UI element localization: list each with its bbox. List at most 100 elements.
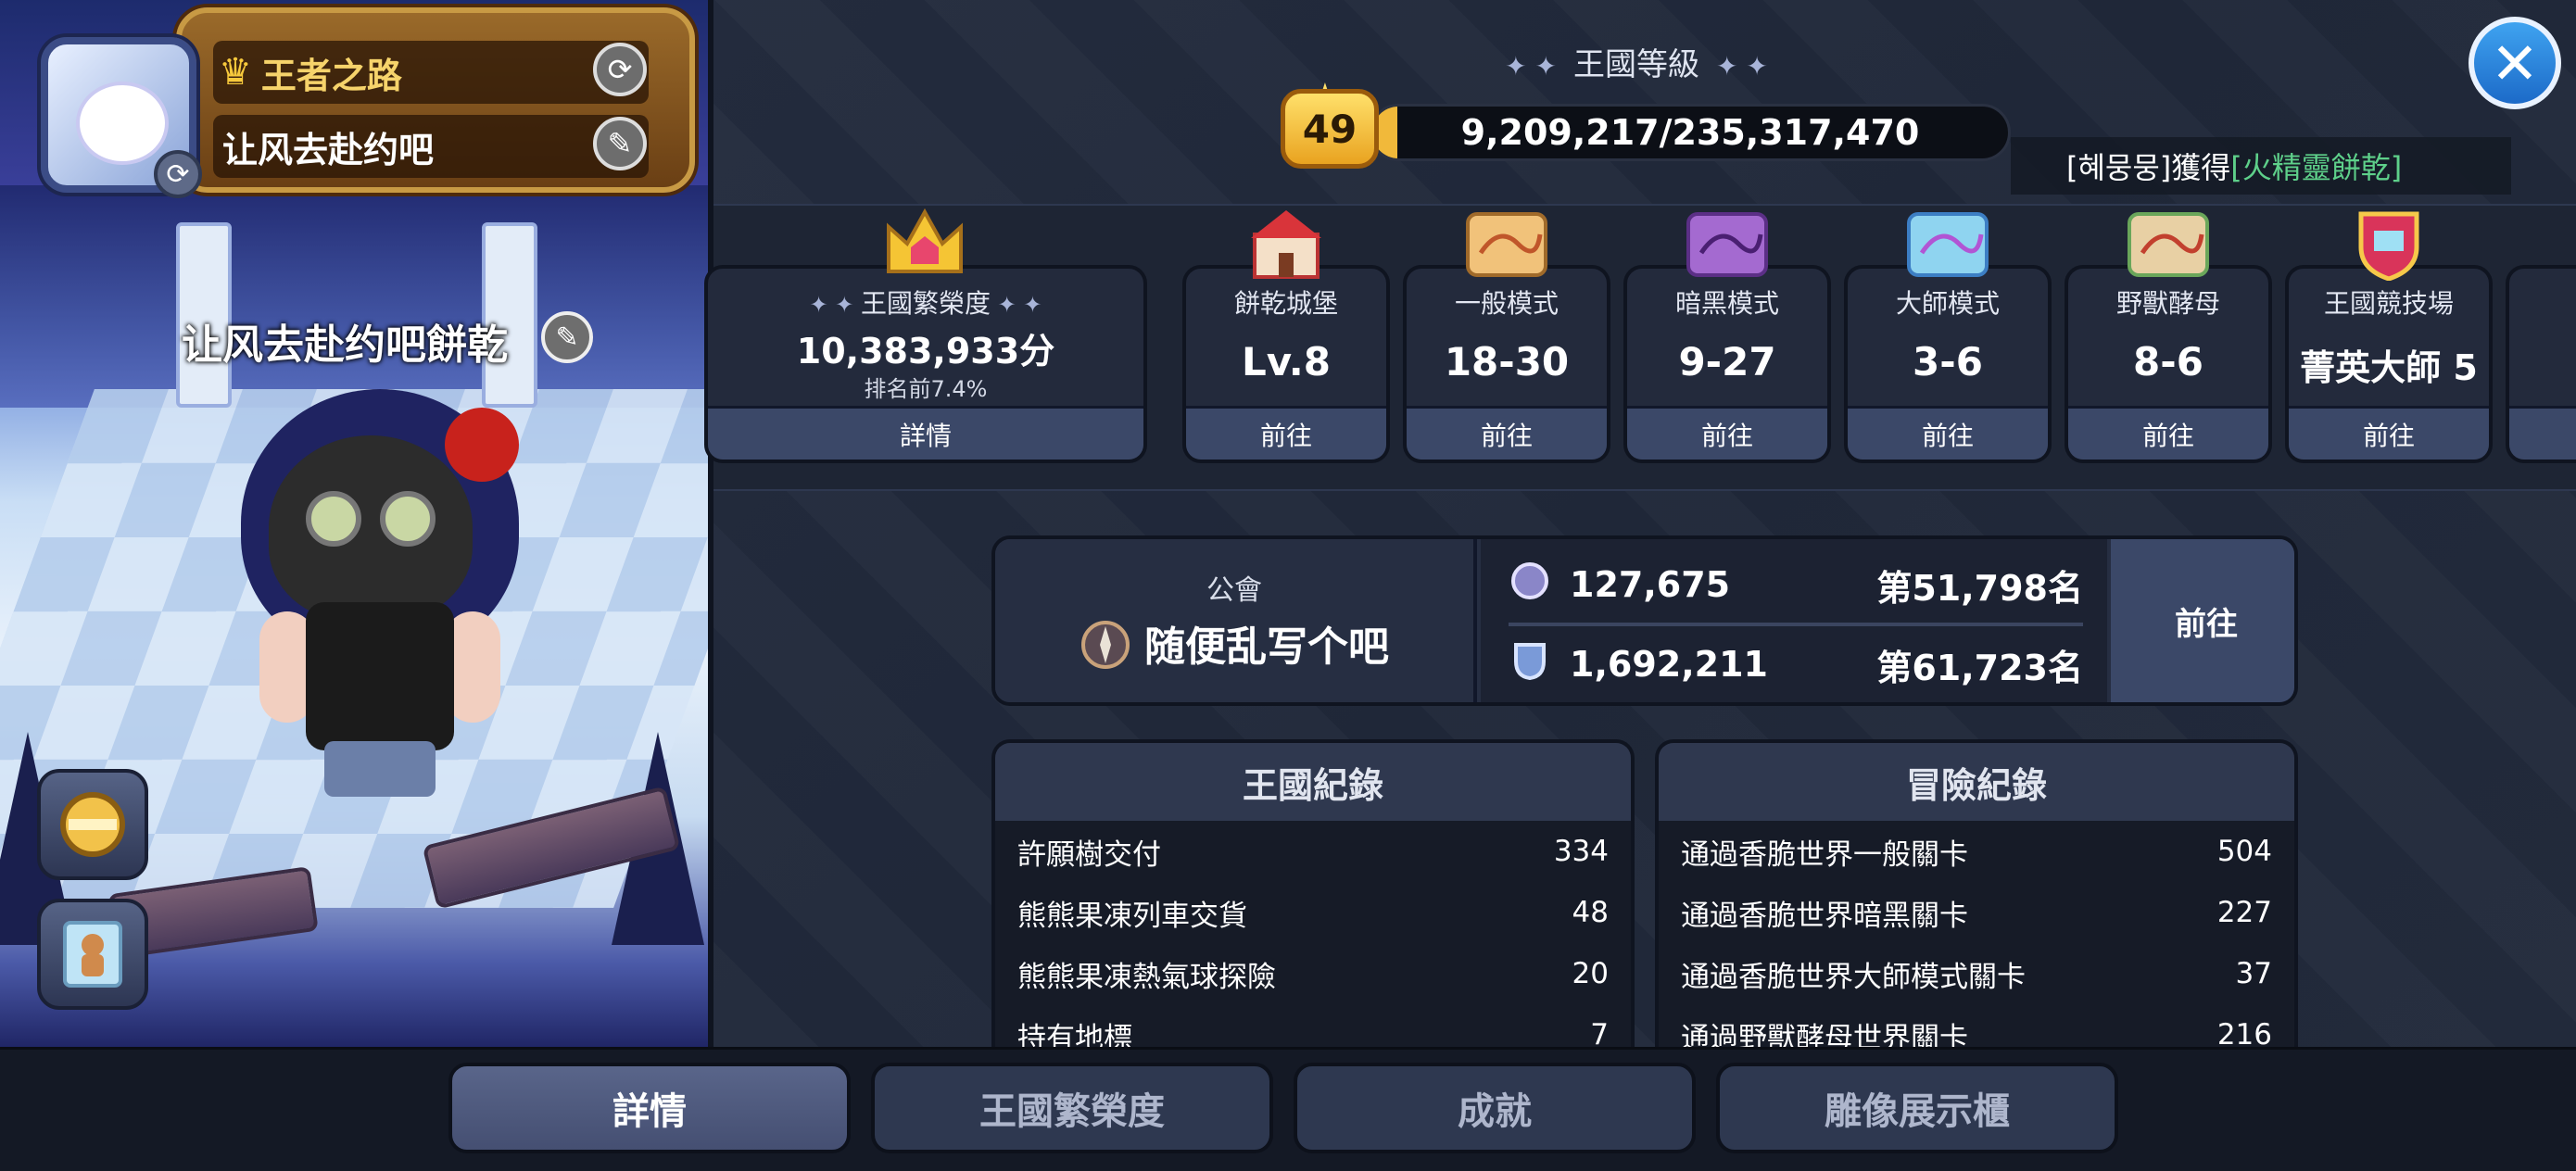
beast-map-icon: [2124, 206, 2213, 282]
guild-emblem-icon: [1080, 617, 1131, 683]
cookie-castle-card: 餅乾城堡 Lv.8 前往: [1182, 265, 1390, 463]
guild-ranks: 127,675 第51,798名 1,692,211 第61,723名: [1481, 539, 2107, 702]
guild-score: 127,675: [1570, 564, 1731, 605]
partial-card: 巧克 第: [2506, 265, 2576, 463]
announcement-ticker: [혜뭉뭉]獲得 [火精靈餅乾]: [2011, 137, 2511, 195]
card-label: ✦ ✦ 王國繁榮度 ✦ ✦: [809, 288, 1042, 319]
sparkle-icon: ✦ ✦: [1716, 51, 1768, 82]
gold-emblem-icon: [60, 792, 125, 857]
bottom-tab-bar: 詳情 王國繁榮度 成就 雕像展示櫃: [0, 1047, 2576, 1171]
tab-statue-showcase[interactable]: 雕像展示櫃: [1716, 1063, 2118, 1153]
pencil-icon: ✎: [555, 321, 579, 354]
stats-panel: ✦ ✦王國等級✦ ✦ 9,209,217/235,317,470 ★ 49 ✕ …: [704, 0, 2576, 1047]
name-row: 让风去赴约吧: [213, 115, 649, 178]
record-row: 持有地標 7: [1017, 1018, 1609, 1047]
castle-icon: [1242, 206, 1331, 282]
card-label: 巧克: [2509, 283, 2576, 321]
profile-card: ♛ 王者之路 ⟳ 让风去赴约吧 ✎ ⟳: [0, 0, 708, 222]
kingdom-level-badge: 49: [1281, 89, 1379, 169]
goto-master-button[interactable]: 前往: [1848, 406, 2048, 460]
card-value: 菁英大師 5: [2300, 347, 2478, 388]
arena-shield-icon: [2344, 206, 2433, 282]
adventure-record-panel: 冒險紀錄 通過香脆世界一般關卡 504 通過香脆世界暗黑關卡 227 通過香脆世界大…: [1655, 739, 2298, 1047]
guild-rank-row: 127,675 第51,798名: [1509, 552, 2083, 617]
crown-house-icon: [880, 206, 969, 282]
card-sub: 排名前7.4%: [864, 376, 988, 402]
frame-settings-button[interactable]: [37, 769, 148, 880]
guild-info: 公會 随便乱写个吧: [995, 539, 1477, 702]
guild-rank: 第61,723名: [1876, 647, 2083, 688]
edit-cookie-name-button[interactable]: ✎: [541, 311, 593, 363]
normal-mode-card: 一般模式 18-30 前往: [1403, 265, 1610, 463]
ticker-prefix: [혜뭉뭉]獲得: [2066, 150, 2231, 185]
edit-name-button[interactable]: ✎: [593, 117, 647, 170]
dark-map-icon: [1683, 206, 1772, 282]
refresh-icon: ⟳: [607, 52, 633, 87]
card-value: 9-27: [1678, 339, 1776, 384]
card-label: 一般模式: [1454, 288, 1559, 319]
prosperity-detail-button[interactable]: 詳情: [708, 406, 1143, 460]
tab-achievements[interactable]: 成就: [1294, 1063, 1696, 1153]
kingdom-profile-screen: ♛ 王者之路 ⟳ 让风去赴约吧 ✎ ⟳ 让风去赴约吧餅乾 ✎ ✦ ✦ 王國等級 ✦ …: [0, 0, 2576, 1171]
cookie-name: 让风去赴约吧餅乾: [182, 321, 508, 369]
record-row: 通過香脆世界一般關卡 504: [1681, 835, 2272, 872]
character-showcase: ♛ 王者之路 ⟳ 让风去赴约吧 ✎ ⟳ 让风去赴约吧餅乾 ✎: [0, 0, 708, 1047]
master-map-icon: [1903, 206, 1992, 282]
kingdom-xp-bar: 9,209,217/235,317,470: [1370, 104, 2011, 161]
guild-label: 公會: [1206, 574, 1262, 607]
kingdom-record-title: 王國紀錄: [995, 743, 1631, 821]
xp-text: 9,209,217/235,317,470: [1460, 112, 1920, 153]
guild-name-row: 随便乱写个吧: [995, 613, 1473, 683]
card-value: 第: [2509, 339, 2576, 396]
card-value: 8-6: [2133, 339, 2203, 384]
record-row: 熊熊果凍熱氣球探險 20: [1017, 957, 1609, 994]
tab-details[interactable]: 詳情: [448, 1063, 851, 1153]
arena-card: 王國競技場 菁英大師 5 前往: [2285, 265, 2493, 463]
guild-rank-row: 1,692,211 第61,723名: [1509, 632, 2083, 697]
record-row: 通過野獸酵母世界關卡 216: [1681, 1018, 2272, 1047]
goto-castle-button[interactable]: 前往: [1186, 406, 1386, 460]
gingerbread-card-icon: [63, 921, 122, 988]
goto-guild-button[interactable]: 前往: [2111, 539, 2294, 702]
goto-normal-button[interactable]: 前往: [1407, 406, 1607, 460]
cookie-character[interactable]: [232, 371, 547, 806]
goto-dark-button[interactable]: 前往: [1627, 406, 1827, 460]
guild-score: 1,692,211: [1570, 644, 1768, 685]
card-label: 大師模式: [1895, 288, 2000, 319]
tab-prosperity[interactable]: 王國繁榮度: [871, 1063, 1273, 1153]
card-label: 王國競技場: [2323, 288, 2454, 319]
kingdom-level-title: 王國等級: [1573, 46, 1699, 83]
card-label: 野獸酵母: [2115, 288, 2220, 319]
close-button[interactable]: ✕: [2469, 17, 2561, 109]
card-label: 暗黑模式: [1674, 288, 1779, 319]
guild-panel: 公會 随便乱写个吧 127,675 第51,798名 1,692,211 第61…: [991, 535, 2298, 706]
beast-yeast-card: 野獸酵母 8-6 前往: [2065, 265, 2272, 463]
card-value: 10,383,933分: [796, 331, 1055, 371]
guild-name: 随便乱写个吧: [1144, 623, 1389, 671]
goto-partial-button[interactable]: [2509, 406, 2576, 460]
title-row: ♛ 王者之路: [213, 41, 649, 104]
trophy-blue-icon: [1509, 639, 1551, 690]
record-row: 通過香脆世界大師模式關卡 37: [1681, 957, 2272, 994]
prosperity-card: ✦ ✦ 王國繁榮度 ✦ ✦ 10,383,933分 排名前7.4% 詳情: [704, 265, 1147, 463]
sparkle-icon: ✦ ✦: [1505, 51, 1557, 82]
card-label: 餅乾城堡: [1233, 288, 1338, 319]
close-icon: ✕: [2491, 29, 2539, 97]
card-value: 18-30: [1444, 339, 1570, 384]
trophy-purple-icon: [1509, 560, 1551, 611]
goto-beast-button[interactable]: 前往: [2068, 406, 2268, 460]
guild-rank: 第51,798名: [1876, 567, 2083, 609]
master-mode-card: 大師模式 3-6 前往: [1844, 265, 2052, 463]
adventure-record-title: 冒險紀錄: [1659, 743, 2294, 821]
crown-icon: ♛: [219, 51, 252, 94]
cookie-select-button[interactable]: [37, 899, 148, 1010]
pencil-icon: ✎: [607, 126, 633, 161]
record-row: 許願樹交付 334: [1017, 835, 1609, 872]
dark-mode-card: 暗黑模式 9-27 前往: [1623, 265, 1831, 463]
change-title-button[interactable]: ⟳: [593, 43, 647, 96]
goto-arena-button[interactable]: 前往: [2289, 406, 2489, 460]
record-row: 熊熊果凍列車交貨 48: [1017, 896, 1609, 933]
change-avatar-button[interactable]: ⟳: [154, 150, 202, 198]
refresh-icon: ⟳: [166, 157, 190, 191]
kingdom-level-heading: ✦ ✦ 王國等級 ✦ ✦: [713, 39, 2559, 84]
